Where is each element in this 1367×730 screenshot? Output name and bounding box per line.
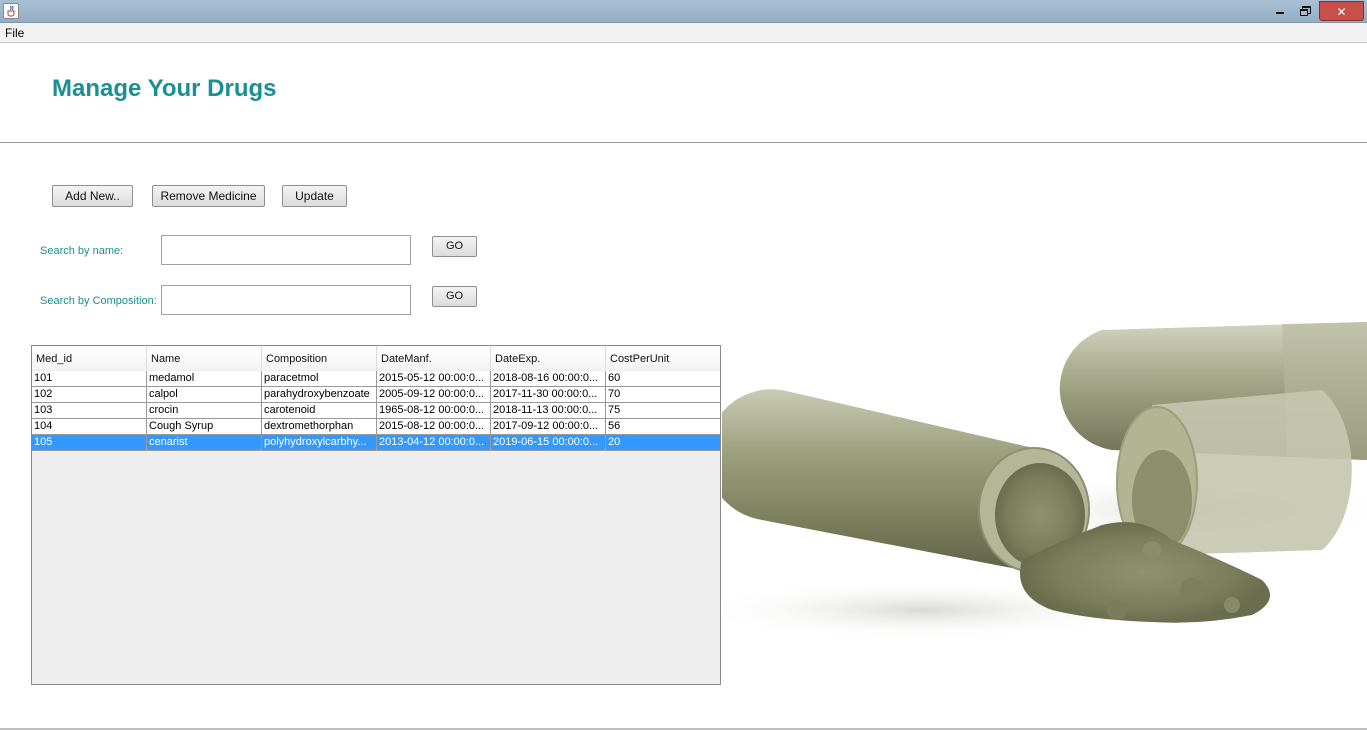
table-cell: 105 [32,435,147,451]
table-cell: 2017-11-30 00:00:0... [491,387,606,403]
search-by-composition-input[interactable] [161,285,411,315]
medicine-table[interactable]: Med_id Name Composition DateManf. DateEx… [31,345,721,685]
search-by-composition-go-button[interactable]: GO [432,286,477,307]
table-cell: 104 [32,419,147,435]
table-cell: carotenoid [262,403,377,419]
table-cell: cenarist [147,435,262,451]
table-cell: 75 [608,404,621,416]
search-by-composition-label: Search by Composition: [40,295,157,307]
capsule-powder-photo [692,310,1367,680]
table-cell: 101 [32,371,147,387]
add-new-button[interactable]: Add New.. [52,185,133,207]
close-button[interactable]: ✕ [1319,1,1364,21]
search-by-name-input[interactable] [161,235,411,265]
table-cell: 56 [608,420,621,432]
table-cell: 2013-04-12 00:00:0... [377,435,491,451]
table-row[interactable]: 101 medamol paracetmol 2015-05-12 00:00:… [32,371,720,387]
table-cell: Cough Syrup [147,419,262,435]
table-cell: 60 [608,372,621,384]
table-cell: 103 [32,403,147,419]
table-cell: 2018-08-16 00:00:0... [491,371,606,387]
minimize-icon [1276,12,1284,14]
remove-medicine-button[interactable]: Remove Medicine [152,185,265,207]
table-cell: 2005-09-12 00:00:0... [377,387,491,403]
table-cell: crocin [147,403,262,419]
column-header-composition[interactable]: Composition [262,346,377,370]
column-header-cost-per-unit[interactable]: CostPerUnit [606,346,720,370]
table-cell: 2018-11-13 00:00:0... [491,403,606,419]
table-cell: calpol [147,387,262,403]
table-cell: medamol [147,371,262,387]
update-button[interactable]: Update [282,185,347,207]
maximize-button[interactable] [1292,1,1320,21]
search-by-name-label: Search by name: [40,245,124,257]
java-cup-icon[interactable] [3,3,19,19]
menu-bar: File [0,23,1367,43]
table-cell: 2017-09-12 00:00:0... [491,419,606,435]
minimize-button[interactable] [1266,1,1294,21]
page-title: Manage Your Drugs [52,75,277,102]
table-cell: parahydroxybenzoate [262,387,377,403]
table-header: Med_id Name Composition DateManf. DateEx… [32,346,720,370]
header-divider [0,142,1367,143]
table-cell: 2015-08-12 00:00:0... [377,419,491,435]
column-header-name[interactable]: Name [147,346,262,370]
table-cell: 1965-08-12 00:00:0... [377,403,491,419]
window-titlebar: ✕ [0,0,1367,23]
table-cell: dextromethorphan [262,419,377,435]
column-header-med-id[interactable]: Med_id [32,346,147,370]
table-cell: 20 [608,436,621,448]
table-row-selected[interactable]: 105 cenarist polyhydroxylcarbhy... 2013-… [32,435,720,451]
menu-file[interactable]: File [5,26,24,40]
table-row[interactable]: 104 Cough Syrup dextromethorphan 2015-08… [32,419,720,435]
table-cell: paracetmol [262,371,377,387]
column-header-date-exp[interactable]: DateExp. [491,346,606,370]
table-cell: 2015-05-12 00:00:0... [377,371,491,387]
column-header-date-manf[interactable]: DateManf. [377,346,491,370]
table-row[interactable]: 103 crocin carotenoid 1965-08-12 00:00:0… [32,403,720,419]
search-by-name-go-button[interactable]: GO [432,236,477,257]
table-cell: polyhydroxylcarbhy... [262,435,377,451]
close-icon: ✕ [1336,5,1347,19]
table-cell: 2019-06-15 00:00:0... [491,435,606,451]
table-cell: 102 [32,387,147,403]
table-row[interactable]: 102 calpol parahydroxybenzoate 2005-09-1… [32,387,720,403]
table-cell: 70 [608,388,621,400]
